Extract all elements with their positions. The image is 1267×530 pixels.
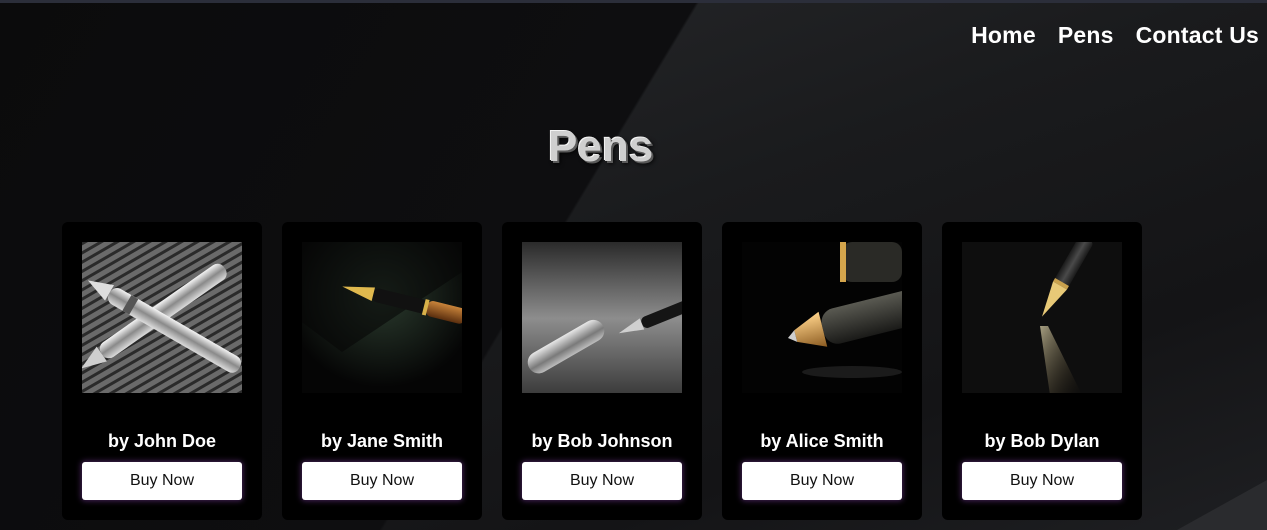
product-author: by Bob Dylan: [984, 431, 1100, 452]
product-card: by Alice Smith Buy Now: [722, 222, 922, 520]
main-nav: Home Pens Contact Us: [971, 22, 1259, 49]
buy-now-button[interactable]: Buy Now: [522, 462, 682, 500]
product-card: by Jane Smith Buy Now: [282, 222, 482, 520]
product-card: by John Doe Buy Now: [62, 222, 262, 520]
nav-pens-link[interactable]: Pens: [1058, 22, 1114, 49]
nav-contact-link[interactable]: Contact Us: [1136, 22, 1259, 49]
product-image[interactable]: [742, 242, 902, 394]
product-author: by Alice Smith: [760, 431, 884, 452]
product-image[interactable]: [962, 242, 1122, 394]
product-image[interactable]: [82, 242, 242, 394]
product-card: by Bob Johnson Buy Now: [502, 222, 702, 520]
buy-now-button[interactable]: Buy Now: [962, 462, 1122, 500]
page-title: Pens: [548, 122, 654, 171]
nav-home-link[interactable]: Home: [971, 22, 1036, 49]
product-card: by Bob Dylan Buy Now: [942, 222, 1142, 520]
product-grid: by John Doe Buy Now by Jane Smith Buy No…: [62, 222, 1142, 520]
product-image[interactable]: [302, 242, 462, 394]
top-border: [0, 0, 1267, 3]
product-author: by John Doe: [107, 431, 216, 452]
buy-now-button[interactable]: Buy Now: [82, 462, 242, 500]
product-image[interactable]: [522, 242, 682, 394]
product-author: by Bob Johnson: [531, 431, 673, 452]
product-author: by Jane Smith: [320, 431, 444, 452]
buy-now-button[interactable]: Buy Now: [302, 462, 462, 500]
buy-now-button[interactable]: Buy Now: [742, 462, 902, 500]
